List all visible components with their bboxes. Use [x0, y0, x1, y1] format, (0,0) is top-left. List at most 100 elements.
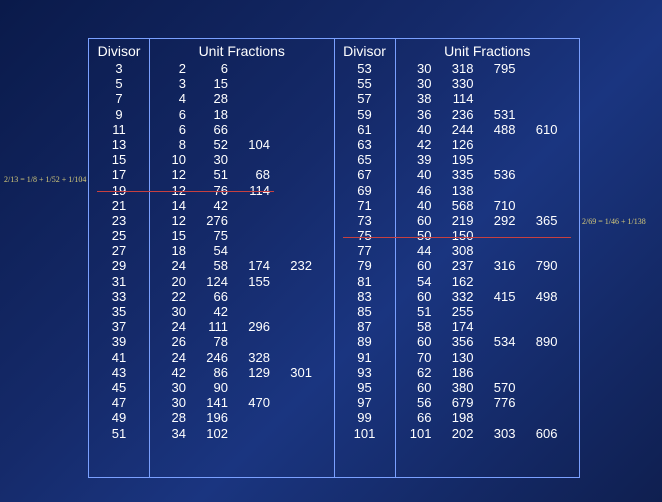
table-row: 5 [89, 76, 149, 91]
table-row: 36236531 [402, 107, 574, 122]
divisor-header: Divisor [89, 43, 149, 59]
table-row: 63 [335, 137, 395, 152]
table-row: 37 [89, 319, 149, 334]
table-row: 2678 [156, 334, 328, 349]
table-row: 61 [335, 122, 395, 137]
table-row: 24111296 [156, 319, 328, 334]
table-row: 44308 [402, 243, 574, 258]
table-row: 79 [335, 258, 395, 273]
table-row: 67 [335, 167, 395, 182]
table-row: 47 [89, 395, 149, 410]
table-row: 57 [335, 91, 395, 106]
divisor-col-left: Divisor 35791113151719212325272931333537… [89, 39, 150, 477]
table-row: 29 [89, 258, 149, 273]
table-row: 1575 [156, 228, 328, 243]
unit-header: Unit Fractions [156, 43, 328, 59]
table-row: 39 [89, 334, 149, 349]
table-row: 852104 [156, 137, 328, 152]
table-row: 91 [335, 350, 395, 365]
table-row: 71 [335, 198, 395, 213]
unit-header: Unit Fractions [402, 43, 574, 59]
table-row: 33 [89, 289, 149, 304]
unit-col-right: Unit Fractions 3031879530330381143623653… [396, 39, 580, 477]
annotation-left: 2/13 = 1/8 + 1/52 + 1/104 [4, 175, 86, 184]
annotation-right: 2/69 = 1/46 + 1/138 [582, 217, 646, 226]
table-row: 51255 [402, 304, 574, 319]
table-row: 81 [335, 274, 395, 289]
table-row: 77 [335, 243, 395, 258]
table-row: 30318795 [402, 61, 574, 76]
table-row: 60332415498 [402, 289, 574, 304]
table-row: 20124155 [156, 274, 328, 289]
table-row: 25 [89, 228, 149, 243]
table-row: 41 [89, 350, 149, 365]
table-row: 11 [89, 122, 149, 137]
table-row: 21 [89, 198, 149, 213]
table-row: 38114 [402, 91, 574, 106]
table-row: 49 [89, 410, 149, 425]
table-row: 1276114 [156, 183, 328, 198]
table-row: 45 [89, 380, 149, 395]
table-row: 51 [89, 426, 149, 441]
table-row: 12276 [156, 213, 328, 228]
table-row: 69 [335, 183, 395, 198]
fractions-table: Divisor 35791113151719212325272931333537… [88, 38, 580, 478]
table-row: 53 [335, 61, 395, 76]
table-row: 1854 [156, 243, 328, 258]
table-row: 34102 [156, 426, 328, 441]
table-row: 65 [335, 152, 395, 167]
table-row: 62186 [402, 365, 574, 380]
table-row: 56679776 [402, 395, 574, 410]
table-row: 1442 [156, 198, 328, 213]
divisor-header: Divisor [335, 43, 395, 59]
table-row: 87 [335, 319, 395, 334]
table-row: 13 [89, 137, 149, 152]
table-row: 2458174232 [156, 258, 328, 273]
table-row: 66198 [402, 410, 574, 425]
table-row: 89 [335, 334, 395, 349]
table-row: 15 [89, 152, 149, 167]
table-row: 40244488610 [402, 122, 574, 137]
table-row: 125168 [156, 167, 328, 182]
table-row: 4286129301 [156, 365, 328, 380]
table-row: 50150 [402, 228, 574, 243]
table-row: 99 [335, 410, 395, 425]
table-row: 42126 [402, 137, 574, 152]
table-row: 97 [335, 395, 395, 410]
table-row: 30330 [402, 76, 574, 91]
table-row: 618 [156, 107, 328, 122]
panel-right: Divisor 53555759616365676971737577798183… [335, 39, 580, 477]
table-row: 3042 [156, 304, 328, 319]
table-row: 26 [156, 61, 328, 76]
table-row: 60380570 [402, 380, 574, 395]
table-row: 40568710 [402, 198, 574, 213]
table-row: 9 [89, 107, 149, 122]
table-row: 60219292365 [402, 213, 574, 228]
table-row: 35 [89, 304, 149, 319]
table-row: 31 [89, 274, 149, 289]
table-row: 3090 [156, 380, 328, 395]
table-row: 83 [335, 289, 395, 304]
table-row: 58174 [402, 319, 574, 334]
panel-left: Divisor 35791113151719212325272931333537… [89, 39, 335, 477]
table-row: 28196 [156, 410, 328, 425]
table-row: 666 [156, 122, 328, 137]
table-row: 1030 [156, 152, 328, 167]
unit-col-left: Unit Fractions 2631542861866685210410301… [150, 39, 334, 477]
table-row: 101202303606 [402, 426, 574, 441]
table-row: 73 [335, 213, 395, 228]
table-row: 43 [89, 365, 149, 380]
table-row: 7 [89, 91, 149, 106]
divisor-col-right: Divisor 53555759616365676971737577798183… [335, 39, 396, 477]
table-row: 3 [89, 61, 149, 76]
table-row: 60237316790 [402, 258, 574, 273]
table-row: 75 [335, 228, 395, 243]
table-row: 24246328 [156, 350, 328, 365]
table-row: 85 [335, 304, 395, 319]
table-row: 59 [335, 107, 395, 122]
table-row: 95 [335, 380, 395, 395]
table-row: 23 [89, 213, 149, 228]
table-row: 40335536 [402, 167, 574, 182]
table-row: 54162 [402, 274, 574, 289]
table-row: 93 [335, 365, 395, 380]
